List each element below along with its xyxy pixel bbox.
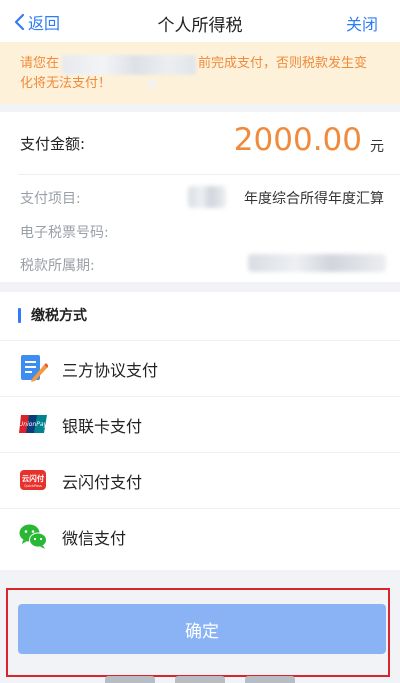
item-value: 年度综合所得年度汇算 xyxy=(244,191,384,207)
payment-method-label: 云闪付支付 xyxy=(62,473,143,492)
redacted-deadline xyxy=(62,55,196,75)
confirm-button[interactable]: 确定 xyxy=(18,604,386,654)
amount-unit: 元 xyxy=(370,139,384,155)
ticket-number-label: 电子税票号码: xyxy=(20,225,109,241)
section-accent-bar xyxy=(18,308,21,323)
payment-info-card: 支付金额: 2000.00 元 支付项目: 年度综合所得年度汇算 电子税票号码:… xyxy=(0,112,400,282)
tax-period-label: 税款所属期: xyxy=(20,258,95,274)
payment-method-label: 三方协议支付 xyxy=(62,361,159,380)
document-pen-icon xyxy=(21,355,48,382)
svg-text:云闪付: 云闪付 xyxy=(22,473,45,483)
redacted-year xyxy=(188,186,226,208)
payment-deadline-notice: 请您在 前完成支付，否则税款发生变 化将无法支付！ xyxy=(0,42,400,104)
item-label: 支付项目: xyxy=(20,191,81,207)
row-divider xyxy=(0,396,400,397)
notice-suffix: 前完成支付，否则税款发生变 xyxy=(198,56,368,71)
svg-text:UnionPay: UnionPay xyxy=(19,421,48,428)
cloud-quickpass-icon: 云闪付 QuickPass xyxy=(20,470,46,490)
unionpay-icon: UnionPay xyxy=(19,415,48,433)
redacted-tax-period xyxy=(248,254,386,272)
svg-text:QuickPass: QuickPass xyxy=(24,484,42,488)
redacted-mark xyxy=(148,80,156,88)
page-title: 个人所得税 xyxy=(157,16,243,36)
edge-mark xyxy=(105,676,155,683)
wechat-icon xyxy=(19,524,47,549)
amount-value: 2000.00 xyxy=(233,122,362,158)
amount-label: 支付金额: xyxy=(20,135,86,153)
payment-methods-card: 缴税方式 三方协议支付 UnionPay 银联卡支付 云闪付 QuickPass xyxy=(0,292,400,570)
row-divider xyxy=(0,452,400,453)
payment-method-unionpay[interactable]: UnionPay 银联卡支付 xyxy=(0,396,400,452)
close-button[interactable]: 关闭 xyxy=(346,11,378,35)
payment-method-label: 银联卡支付 xyxy=(62,417,143,436)
edge-mark xyxy=(245,676,295,683)
payment-method-tripartite[interactable]: 三方协议支付 xyxy=(0,340,400,396)
payment-method-wechat[interactable]: 微信支付 xyxy=(0,508,400,564)
divider xyxy=(18,174,400,175)
row-divider xyxy=(0,508,400,509)
row-divider xyxy=(0,340,400,341)
notice-line2: 化将无法支付！ xyxy=(20,76,112,91)
edge-mark xyxy=(175,676,225,683)
notice-prefix: 请您在 xyxy=(20,56,60,71)
bottom-action-area: 确定 xyxy=(0,585,400,683)
section-title: 缴税方式 xyxy=(31,308,87,324)
nav-bar: 返回 个人所得税 关闭 xyxy=(0,0,400,42)
payment-method-cloud-quickpass[interactable]: 云闪付 QuickPass 云闪付支付 xyxy=(0,452,400,508)
payment-method-label: 微信支付 xyxy=(62,529,127,548)
